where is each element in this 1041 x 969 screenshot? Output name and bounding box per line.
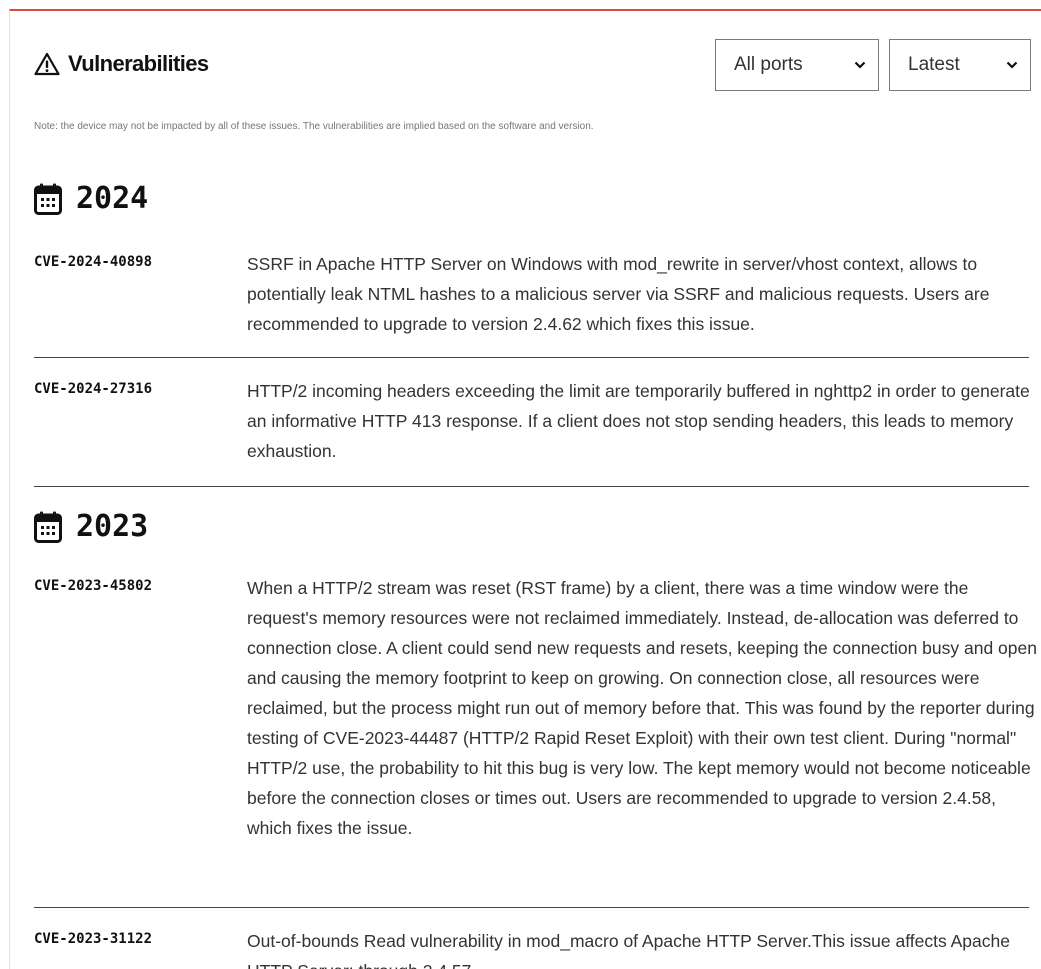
vulnerability-row: CVE-2024-27316 HTTP/2 incoming headers e… — [34, 376, 1030, 487]
cve-summary: HTTP/2 incoming headers exceeding the li… — [247, 381, 1030, 461]
chevron-down-icon — [1006, 61, 1018, 69]
vulnerability-row: CVE-2023-45802 When a HTTP/2 stream was … — [34, 573, 1037, 908]
section-title-text: Vulnerabilities — [68, 51, 209, 76]
vulnerabilities-card: Vulnerabilities All ports Latest Note: t… — [9, 9, 1041, 969]
year-label: 2024 — [76, 181, 149, 216]
cve-id-link[interactable]: CVE-2023-31122 — [34, 931, 152, 947]
calendar-icon — [34, 183, 62, 215]
cve-id-link[interactable]: CVE-2023-45802 — [34, 578, 152, 594]
vulnerability-row: CVE-2023-31122 Out-of-bounds Read vulner… — [34, 926, 1029, 969]
vulnerability-row: CVE-2024-40898 SSRF in Apache HTTP Serve… — [34, 249, 1029, 358]
disclaimer-note: Note: the device may not be impacted by … — [34, 121, 594, 132]
year-label: 2023 — [76, 509, 149, 544]
vulnerabilities-header: Vulnerabilities All ports Latest — [34, 37, 1031, 93]
calendar-icon — [34, 511, 62, 543]
sort-filter-value: Latest — [908, 54, 960, 75]
port-filter-select[interactable]: All ports — [715, 39, 879, 91]
section-title: Vulnerabilities — [34, 51, 209, 77]
port-filter-value: All ports — [734, 54, 803, 75]
cve-summary: Out-of-bounds Read vulnerability in mod_… — [247, 931, 1010, 969]
year-heading-2024: 2024 — [34, 181, 148, 216]
year-heading-2023: 2023 — [34, 509, 148, 544]
chevron-down-icon — [854, 61, 866, 69]
cve-id-link[interactable]: CVE-2024-40898 — [34, 254, 152, 270]
cve-summary: SSRF in Apache HTTP Server on Windows wi… — [247, 254, 990, 334]
filter-controls: All ports Latest — [715, 39, 1031, 91]
cve-summary: When a HTTP/2 stream was reset (RST fram… — [247, 578, 1037, 838]
sort-filter-select[interactable]: Latest — [889, 39, 1031, 91]
warning-triangle-icon — [34, 52, 60, 76]
cve-id-link[interactable]: CVE-2024-27316 — [34, 381, 152, 397]
